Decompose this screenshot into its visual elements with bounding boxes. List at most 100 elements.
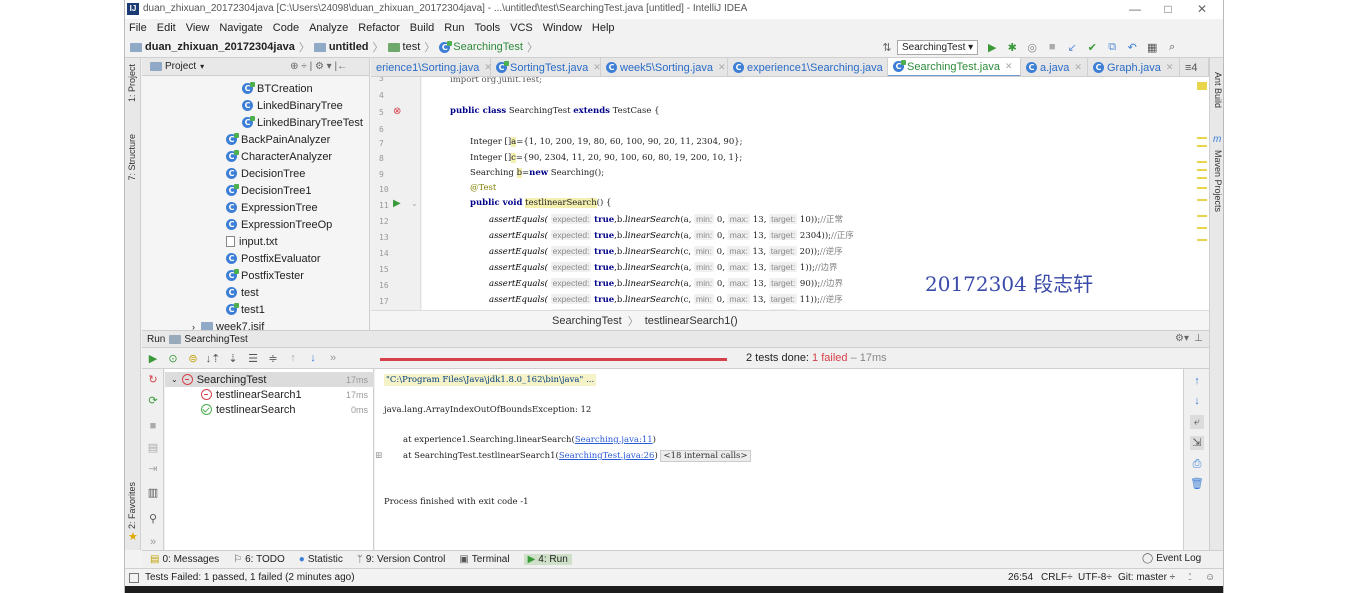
sort-icon[interactable]: ⇅: [879, 39, 895, 55]
previous-failed-icon[interactable]: ↑: [285, 350, 301, 366]
menu-tools[interactable]: Tools: [474, 22, 500, 34]
stacktrace-link[interactable]: Searching.java:11: [575, 435, 653, 445]
file-encoding[interactable]: UTF-8÷: [1078, 572, 1112, 583]
tree-item-test1[interactable]: Ctest1: [226, 301, 265, 318]
stop-icon[interactable]: ■: [146, 419, 160, 433]
warning-marker[interactable]: [1197, 161, 1207, 163]
hide-panel-icon[interactable]: ⊥: [1194, 333, 1203, 344]
test-suite-row[interactable]: ⌄ SearchingTest 17ms: [165, 372, 374, 387]
run-icon[interactable]: ▶: [984, 39, 1000, 55]
scroll-to-end-icon[interactable]: ⇲: [1190, 436, 1204, 450]
close-icon[interactable]: ✕: [593, 62, 601, 73]
warning-marker[interactable]: [1197, 187, 1207, 189]
warning-marker[interactable]: [1197, 227, 1207, 229]
menu-build[interactable]: Build: [410, 22, 434, 34]
tool-window-statistic[interactable]: ● Statistic: [299, 554, 343, 565]
close-icon[interactable]: ✕: [718, 62, 726, 73]
menu-navigate[interactable]: Navigate: [219, 22, 262, 34]
rerun-failed-icon[interactable]: ↻: [146, 373, 160, 387]
event-log-button[interactable]: ◯ Event Log: [1142, 553, 1201, 564]
breadcrumb-module[interactable]: untitled: [329, 41, 369, 53]
project-structure-icon[interactable]: ▦: [1144, 39, 1160, 55]
menu-code[interactable]: Code: [273, 22, 299, 34]
collapse-all-icon[interactable]: ≑: [265, 350, 281, 366]
revert-icon[interactable]: ↶: [1124, 39, 1140, 55]
test-case-row[interactable]: testlinearSearch 0ms: [165, 402, 374, 417]
run-test-icon[interactable]: ▶: [393, 198, 401, 209]
tree-item-expressiontree[interactable]: C ExpressionTree: [226, 199, 318, 216]
tab-graph-java[interactable]: C Graph.java ✕: [1088, 58, 1180, 76]
menu-help[interactable]: Help: [592, 22, 615, 34]
tree-item-linkedbinarytreetest[interactable]: C LinkedBinaryTreeTest: [242, 114, 363, 131]
tab-week5-sorting-java[interactable]: Cweek5\Sorting.java ✕: [601, 58, 728, 76]
editor-breadcrumb-method[interactable]: testlinearSearch1(): [645, 315, 738, 327]
warning-marker[interactable]: [1197, 215, 1207, 217]
menu-refactor[interactable]: Refactor: [358, 22, 400, 34]
tool-tab-ant-build[interactable]: Ant Build: [1213, 72, 1223, 108]
more-icon[interactable]: »: [146, 535, 160, 549]
warning-marker[interactable]: [1197, 137, 1207, 139]
expand-icon[interactable]: ⊞: [375, 451, 383, 461]
tool-tab-structure[interactable]: 7: Structure: [127, 134, 137, 181]
warning-marker[interactable]: [1197, 82, 1207, 90]
show-passed-icon[interactable]: ⊙: [165, 350, 181, 366]
breadcrumb-project[interactable]: duan_zhixuan_20172304java: [145, 41, 295, 53]
debug-icon[interactable]: ✱: [1004, 39, 1020, 55]
layout-icon[interactable]: ▥: [146, 486, 160, 500]
run-config-select[interactable]: SearchingTest ▾: [897, 39, 979, 55]
tool-tab-project[interactable]: 1: Project: [127, 64, 137, 102]
menu-file[interactable]: File: [129, 22, 147, 34]
sort-duration-icon[interactable]: ⇣: [225, 350, 241, 366]
minimize-button[interactable]: —: [1120, 1, 1150, 17]
show-ignored-icon[interactable]: ⊜: [185, 350, 201, 366]
tool-window-version-control[interactable]: ᛘ 9: Version Control: [357, 554, 446, 565]
menu-analyze[interactable]: Analyze: [309, 22, 348, 34]
close-icon[interactable]: ✕: [1005, 61, 1013, 72]
project-view-select[interactable]: Project: [165, 61, 196, 72]
tool-tab-maven-projects[interactable]: Maven Projects: [1213, 150, 1223, 212]
tree-item-postfixtester[interactable]: C PostfixTester: [226, 267, 304, 284]
tab-searching-java[interactable]: Cexperience1\Searching.java✕: [728, 58, 895, 76]
breadcrumb-file[interactable]: SearchingTest: [453, 41, 523, 53]
tree-item-linkedbinarytree[interactable]: C LinkedBinaryTree: [242, 97, 343, 114]
console-output[interactable]: "C:\Program Files\Java\jdk1.8.0_162\bin\…: [375, 369, 1183, 550]
sync-icon[interactable]: ⊕ ÷ | ⚙ ▾ |←: [290, 61, 347, 72]
editor-breadcrumb-class[interactable]: SearchingTest: [552, 315, 622, 327]
tree-item-decisiontree[interactable]: C DecisionTree: [226, 165, 305, 182]
arrow-down-icon[interactable]: ↓: [1190, 394, 1204, 408]
caret-position[interactable]: 26:54: [1008, 572, 1033, 583]
status-message[interactable]: Tests Failed: 1 passed, 1 failed (2 minu…: [145, 572, 355, 583]
vcs-commit-icon[interactable]: ✔: [1084, 39, 1100, 55]
menu-edit[interactable]: Edit: [157, 22, 176, 34]
lock-icon[interactable]: ⍘: [1187, 572, 1193, 583]
sort-alpha-icon[interactable]: ↓⇡: [205, 350, 221, 366]
tab-sorting-java[interactable]: erience1\Sorting.java ✕: [371, 58, 492, 76]
more-icon[interactable]: »: [325, 350, 341, 366]
settings-gear-icon[interactable]: ⚙▾: [1175, 333, 1189, 344]
export-icon[interactable]: ⇥: [146, 462, 160, 476]
inspector-icon[interactable]: ☺: [1205, 572, 1215, 583]
warning-marker[interactable]: [1197, 169, 1207, 171]
maximize-button[interactable]: □: [1153, 1, 1183, 17]
tab-sortingtest-java[interactable]: C SortingTest.java ✕: [491, 58, 601, 76]
toggle-tool-windows-icon[interactable]: [129, 572, 139, 583]
next-failed-icon[interactable]: ↓: [305, 350, 321, 366]
menu-view[interactable]: View: [186, 22, 210, 34]
menu-run[interactable]: Run: [444, 22, 464, 34]
tree-item-characteranalyzer[interactable]: C CharacterAnalyzer: [226, 148, 332, 165]
test-case-row[interactable]: testlinearSearch1 17ms: [165, 387, 374, 402]
tree-item-input-txt[interactable]: input.txt: [226, 233, 278, 250]
fold-icon[interactable]: ⌄: [411, 199, 418, 208]
line-separator[interactable]: CRLF÷: [1041, 572, 1073, 583]
soft-wrap-icon[interactable]: ⤶: [1190, 415, 1204, 429]
vcs-update-icon[interactable]: ↙: [1064, 39, 1080, 55]
close-window-button[interactable]: ✕: [1187, 1, 1217, 17]
tool-window-messages[interactable]: ▤ 0: Messages: [150, 554, 219, 565]
tool-window-todo[interactable]: ⚐ 6: TODO: [233, 554, 285, 565]
menu-vcs[interactable]: VCS: [510, 22, 533, 34]
tab-a-java[interactable]: Ca.java ✕: [1021, 58, 1088, 76]
chevron-down-icon[interactable]: ▾: [200, 62, 204, 71]
stop-icon[interactable]: ■: [1044, 39, 1060, 55]
run-config-tab[interactable]: SearchingTest: [184, 334, 247, 345]
tab-overflow-button[interactable]: ≡4: [1180, 58, 1209, 76]
